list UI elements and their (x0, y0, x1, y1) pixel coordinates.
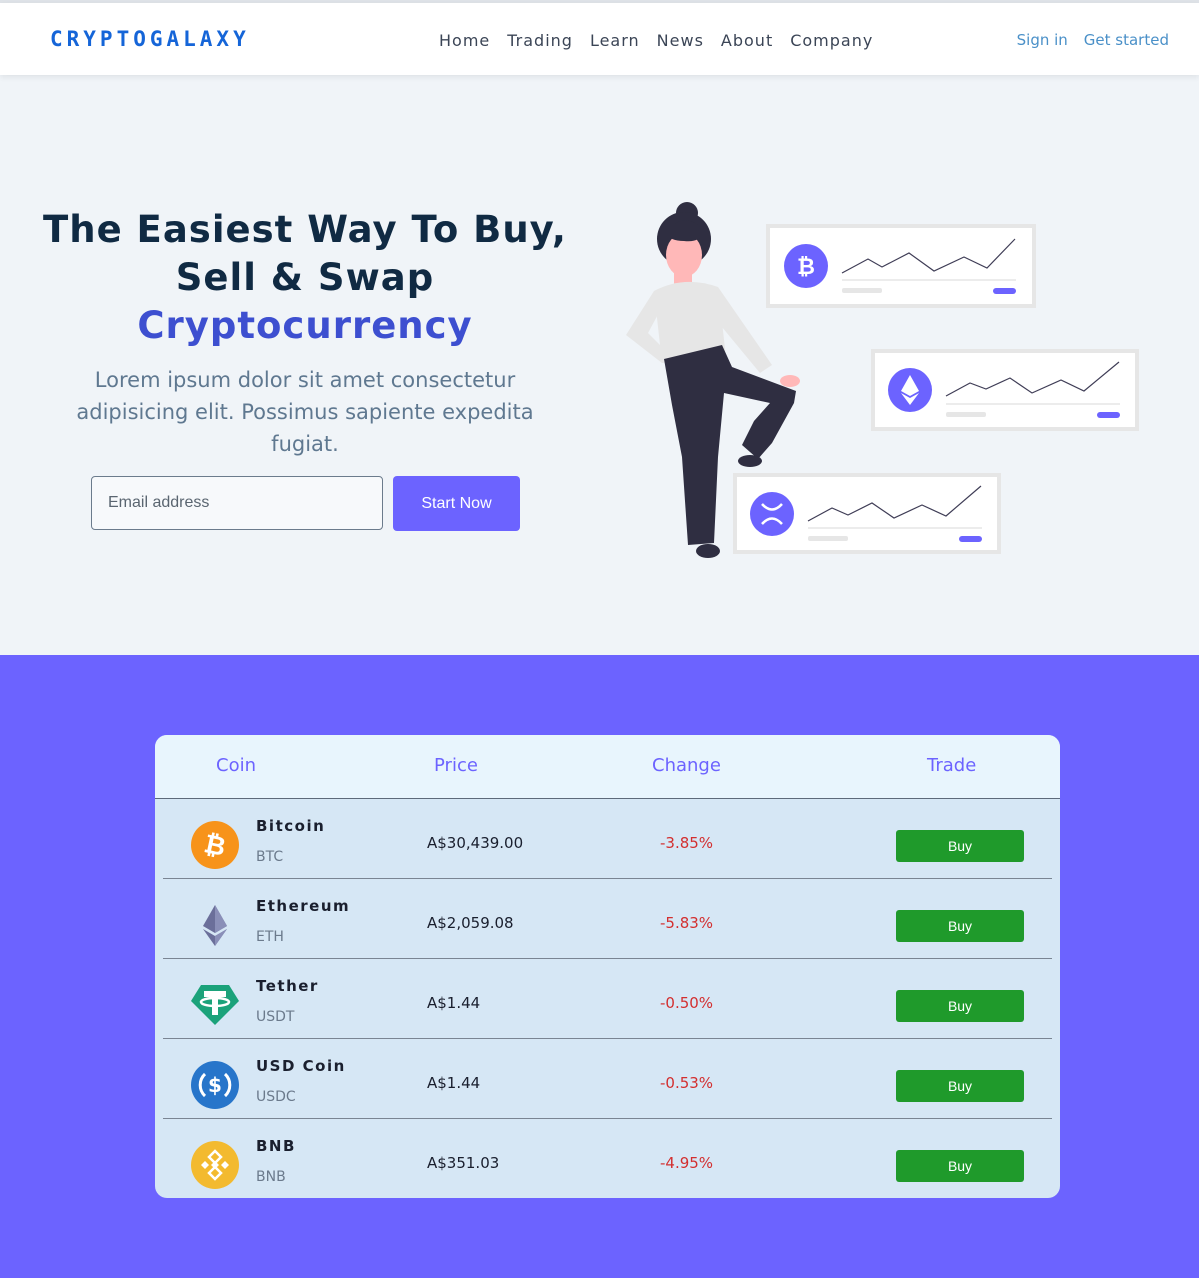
coin-price: A$351.03 (427, 1154, 500, 1172)
buy-button[interactable]: Buy (896, 830, 1024, 862)
coin-price: A$1.44 (427, 1074, 481, 1092)
buy-button[interactable]: Buy (896, 1070, 1024, 1102)
header-trade: Trade (927, 755, 977, 776)
coin-price: A$1.44 (427, 994, 481, 1012)
hero-subtitle: Lorem ipsum dolor sit amet consectetur a… (76, 368, 534, 456)
table-row: ₿ Bitcoin BTC A$30,439.00 -3.85% Buy (163, 798, 1052, 879)
svg-text:$: $ (208, 1073, 222, 1097)
svg-text:₿: ₿ (797, 255, 815, 280)
table-row: $ USD Coin USDC A$1.44 -0.53% Buy (163, 1038, 1052, 1119)
header-change: Change (652, 755, 721, 776)
card-xrp-icon (750, 492, 794, 536)
coin-change: -0.53% (660, 1074, 714, 1092)
site-header: CRYPTOGALAXY Home Trading Learn News Abo… (0, 3, 1199, 75)
coin-name: Bitcoin (256, 817, 326, 835)
coin-price: A$30,439.00 (427, 834, 524, 852)
coin-name: Ethereum (256, 897, 351, 915)
bnb-icon (191, 1141, 239, 1189)
buy-button[interactable]: Buy (896, 990, 1024, 1022)
nav-about[interactable]: About (721, 31, 773, 50)
hero-title-line2: Sell & Swap (175, 256, 435, 299)
coin-name: USD Coin (256, 1057, 346, 1075)
table-header: Coin Price Change Trade (155, 735, 1060, 799)
header-price: Price (434, 755, 478, 776)
nav-news[interactable]: News (657, 31, 704, 50)
usd-coin-icon: $ (191, 1061, 239, 1109)
coin-change: -4.95% (660, 1154, 714, 1172)
get-started-link[interactable]: Get started (1084, 31, 1169, 49)
nav-learn[interactable]: Learn (590, 31, 640, 50)
tether-icon (191, 985, 239, 1025)
nav-trading[interactable]: Trading (507, 31, 573, 50)
coin-symbol: USDT (256, 1009, 295, 1025)
coin-symbol: BTC (256, 849, 284, 865)
bitcoin-chart-card: ₿ (766, 224, 1036, 308)
coin-change: -3.85% (660, 834, 714, 852)
sign-in-link[interactable]: Sign in (1017, 31, 1068, 49)
coin-symbol: ETH (256, 929, 284, 945)
bitcoin-icon: ₿ (191, 821, 239, 869)
table-row: BNB BNB A$351.03 -4.95% Buy (163, 1118, 1052, 1198)
nav-home[interactable]: Home (439, 31, 490, 50)
xrp-chart-card (733, 473, 1001, 554)
email-input[interactable] (91, 476, 383, 530)
buy-button[interactable]: Buy (896, 910, 1024, 942)
coin-price: A$2,059.08 (427, 914, 514, 932)
table-row: Ethereum ETH A$2,059.08 -5.83% Buy (163, 878, 1052, 959)
brand-logo[interactable]: CRYPTOGALAXY (50, 27, 250, 51)
crypto-price-table: Coin Price Change Trade ₿ Bitcoin BTC A$… (155, 735, 1060, 1198)
hero-title-accent: Cryptocurrency (137, 304, 473, 347)
hero-title-line1: The Easiest Way To Buy, (43, 208, 567, 251)
nav-company[interactable]: Company (790, 31, 873, 50)
main-nav: Home Trading Learn News About Company (439, 31, 890, 50)
coin-name: BNB (256, 1137, 296, 1155)
ethereum-icon (203, 905, 227, 946)
header-coin: Coin (216, 755, 256, 776)
start-now-button[interactable]: Start Now (393, 476, 520, 531)
coin-symbol: BNB (256, 1169, 286, 1185)
buy-button[interactable]: Buy (896, 1150, 1024, 1182)
coin-symbol: USDC (256, 1089, 296, 1105)
coin-change: -0.50% (660, 994, 714, 1012)
ethereum-chart-card (871, 349, 1139, 431)
hero-illustration: ₿ (626, 202, 1139, 558)
coin-name: Tether (256, 977, 319, 995)
table-row: Tether USDT A$1.44 -0.50% Buy (163, 958, 1052, 1039)
auth-links: Sign in Get started (1001, 31, 1169, 49)
coin-change: -5.83% (660, 914, 714, 932)
hero-title: The Easiest Way To Buy, Sell & Swap Cryp… (40, 206, 570, 350)
